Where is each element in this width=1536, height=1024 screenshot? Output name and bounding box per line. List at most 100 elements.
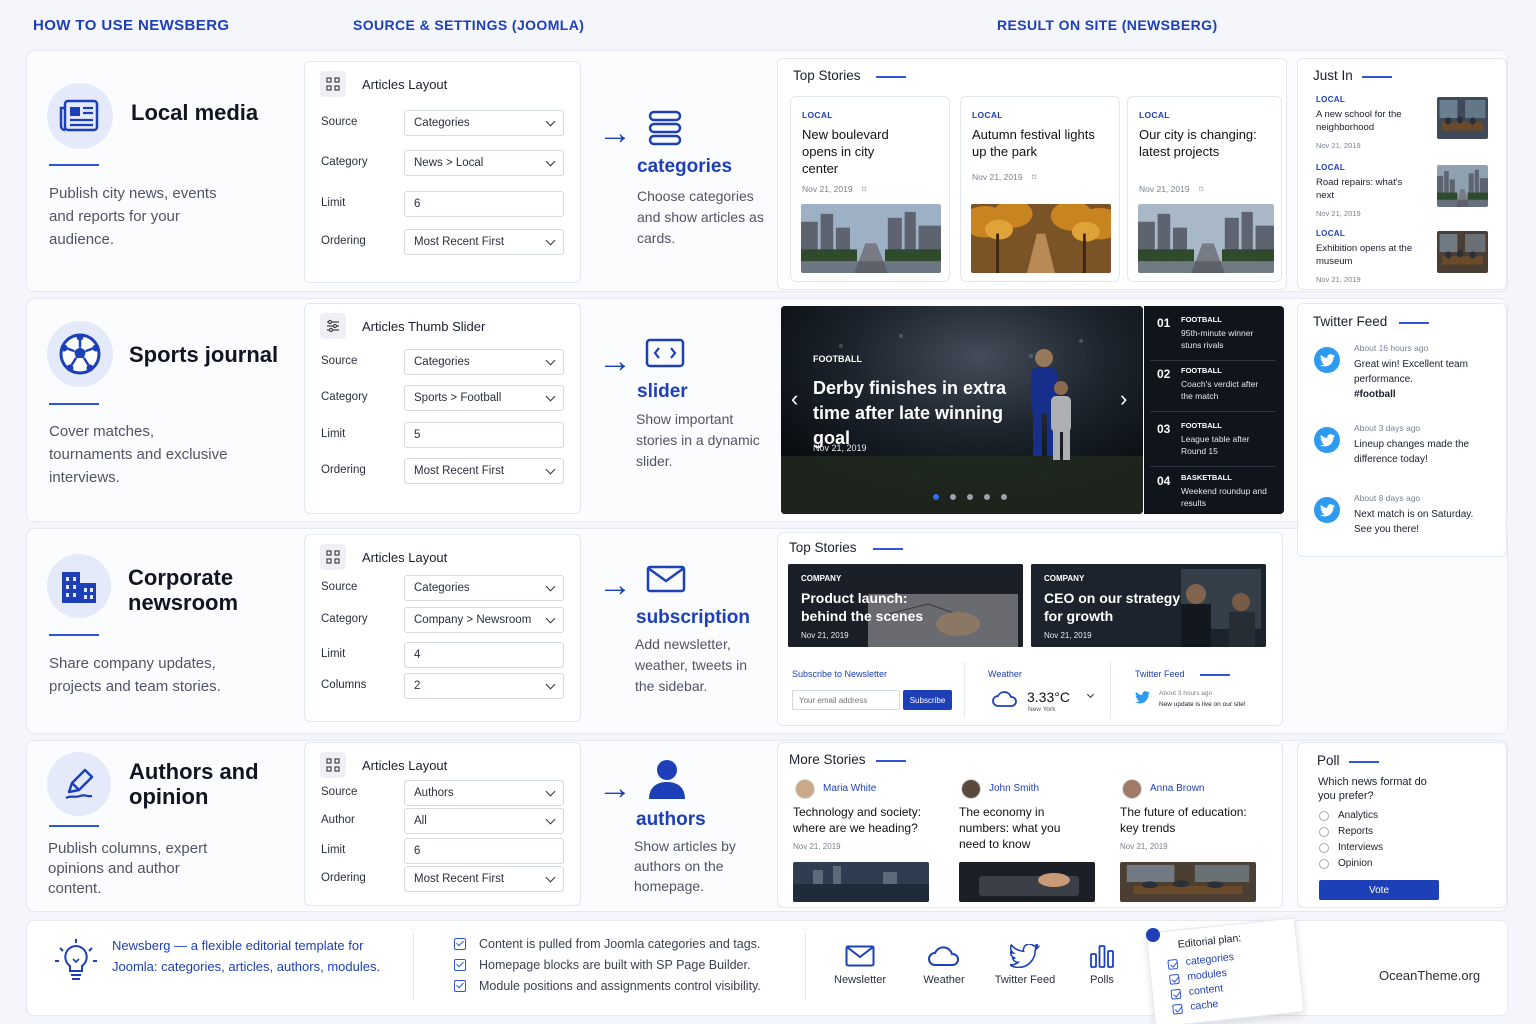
footer-feature-twitter-feed[interactable]: Twitter Feed (985, 942, 1065, 986)
slider-tag: FOOTBALL (813, 354, 862, 364)
slider-list-text[interactable]: Weekend roundup and results (1181, 485, 1271, 509)
bookmark-icon[interactable]: ⌑ (1199, 184, 1203, 195)
section-header-how: HOW TO USE NEWSBERG (33, 17, 230, 34)
story-headline[interactable]: Technology and society: where are we hea… (793, 804, 933, 836)
poll-radio[interactable] (1319, 827, 1329, 837)
bookmark-icon[interactable]: ⌑ (862, 184, 866, 195)
bar-chart-icon (1089, 942, 1115, 970)
slider-dot[interactable] (933, 494, 939, 500)
slider-list-text[interactable]: League table after Round 15 (1181, 433, 1271, 457)
chevron-down-icon (545, 814, 556, 824)
note-item: categories (1185, 951, 1235, 969)
twitter-icon (1314, 497, 1340, 523)
field-select[interactable]: Categories (404, 575, 564, 601)
chevron-down-icon (545, 464, 556, 474)
field-select[interactable]: Company > Newsroom (404, 607, 564, 633)
justin-headline[interactable]: Road repairs: what's next (1316, 176, 1416, 202)
story-image (1138, 204, 1274, 273)
justin-headline[interactable]: Exhibition opens at the museum (1316, 242, 1416, 268)
section-header-source: SOURCE & SETTINGS (JOOMLA) (353, 17, 585, 33)
vote-button[interactable]: Vote (1319, 880, 1439, 900)
slider-list-tag: FOOTBALL (1181, 315, 1222, 324)
slider-list-text[interactable]: 95th-minute winner stuns rivals (1181, 327, 1271, 351)
field-value: Categories (414, 117, 470, 129)
avatar (1122, 779, 1142, 799)
row-description: Publish city news, events and reports fo… (49, 185, 217, 248)
field-select[interactable]: Categories (404, 349, 564, 375)
field-select[interactable]: Categories (404, 110, 564, 136)
cloud-icon (992, 690, 1018, 713)
field-value: Most Recent First (414, 873, 505, 885)
justin-tag: LOCAL (1316, 229, 1346, 238)
field-select[interactable]: Authors (404, 780, 564, 806)
story-headline[interactable]: Autumn festival lights up the park (972, 126, 1097, 160)
soccer-ball-icon (47, 321, 113, 387)
story-headline[interactable]: Product launch: behind the scenes (801, 589, 951, 625)
slider-dot[interactable] (950, 494, 956, 500)
tweet-hashtag[interactable]: #football (1354, 387, 1396, 402)
slider-list-number: 02 (1157, 367, 1171, 381)
field-select[interactable]: Sports > Football (404, 385, 564, 411)
slider-date: Nov 21, 2019 (813, 443, 867, 453)
chevron-down-icon (545, 235, 556, 245)
tweet-time: About 8 days ago (1354, 493, 1421, 503)
slider-list-tag: FOOTBALL (1181, 421, 1222, 430)
poll-radio[interactable] (1319, 859, 1329, 869)
story-tag: COMPANY (801, 574, 842, 583)
feature-description: Show articles by authors on the homepage… (634, 838, 736, 894)
poll-radio[interactable] (1319, 843, 1329, 853)
subscribe-button[interactable]: Subscribe (903, 690, 952, 710)
field-label: Ordering (321, 464, 366, 476)
story-headline[interactable]: The future of education: key trends (1120, 804, 1260, 836)
twitter-icon (1135, 691, 1150, 707)
field-select[interactable]: All (404, 808, 564, 834)
field-input[interactable]: 6 (404, 191, 564, 217)
slider-next-icon[interactable]: › (1120, 386, 1127, 412)
newsletter-email-input[interactable] (792, 690, 900, 710)
slider-dot[interactable] (1001, 494, 1007, 500)
tweet-time: About 3 days ago (1354, 423, 1421, 433)
tweet-time: About 16 hours ago (1354, 343, 1429, 353)
justin-headline[interactable]: A new school for the neighborhood (1316, 108, 1416, 134)
bookmark-icon[interactable]: ⌑ (1032, 172, 1036, 183)
field-select[interactable]: Most Recent First (404, 458, 564, 484)
author-name[interactable]: Maria White (823, 783, 876, 794)
row-band-sports (26, 298, 1508, 522)
sliders-icon (320, 313, 346, 339)
poll-radio[interactable] (1319, 811, 1329, 821)
field-input[interactable]: 5 (404, 422, 564, 448)
field-input[interactable]: 6 (404, 838, 564, 864)
slider-dot[interactable] (967, 494, 973, 500)
field-select[interactable]: News > Local (404, 150, 564, 176)
justin-date: Nov 21, 2019 (1316, 209, 1361, 218)
story-headline[interactable]: The economy in numbers: what you need to… (959, 804, 1069, 852)
tweet-text: Great win! Excellent team performance. (1354, 359, 1468, 385)
slider-prev-icon[interactable]: ‹ (791, 386, 798, 412)
feature-description: Choose categories and show articles as c… (637, 188, 764, 246)
slider-dot[interactable] (984, 494, 990, 500)
field-select[interactable]: Most Recent First (404, 229, 564, 255)
field-select[interactable]: Most Recent First (404, 866, 564, 892)
footer-feature-weather[interactable]: Weather (904, 942, 984, 986)
author-name[interactable]: Anna Brown (1150, 783, 1204, 794)
panel-title: Articles Layout (362, 758, 448, 773)
field-label: Limit (321, 844, 346, 856)
story-headline[interactable]: New boulevard opens in city center (802, 126, 912, 177)
justin-tag: LOCAL (1316, 95, 1346, 104)
story-headline[interactable]: Our city is changing: latest projects (1139, 126, 1264, 160)
story-headline[interactable]: CEO on our strategy for growth (1044, 589, 1194, 625)
slider-headline[interactable]: Derby finishes in extra time after late … (813, 376, 1043, 451)
field-value: Most Recent First (414, 236, 505, 248)
row-title: Local media (131, 100, 259, 125)
footer-feature-polls[interactable]: Polls (1062, 942, 1142, 986)
field-select[interactable]: 2 (404, 673, 564, 699)
editorial-note: Editorial plan: categories modules content… (1145, 917, 1305, 1024)
arrow-right-icon: → (598, 566, 632, 604)
footer-feature-newsletter[interactable]: Newsletter (820, 942, 900, 986)
author-name[interactable]: John Smith (989, 783, 1039, 794)
user-icon (648, 759, 686, 804)
slider-list-text[interactable]: Coach's verdict after the match (1181, 378, 1271, 402)
chevron-down-icon (545, 786, 556, 796)
field-input[interactable]: 4 (404, 642, 564, 668)
chevron-down-icon (545, 581, 556, 591)
